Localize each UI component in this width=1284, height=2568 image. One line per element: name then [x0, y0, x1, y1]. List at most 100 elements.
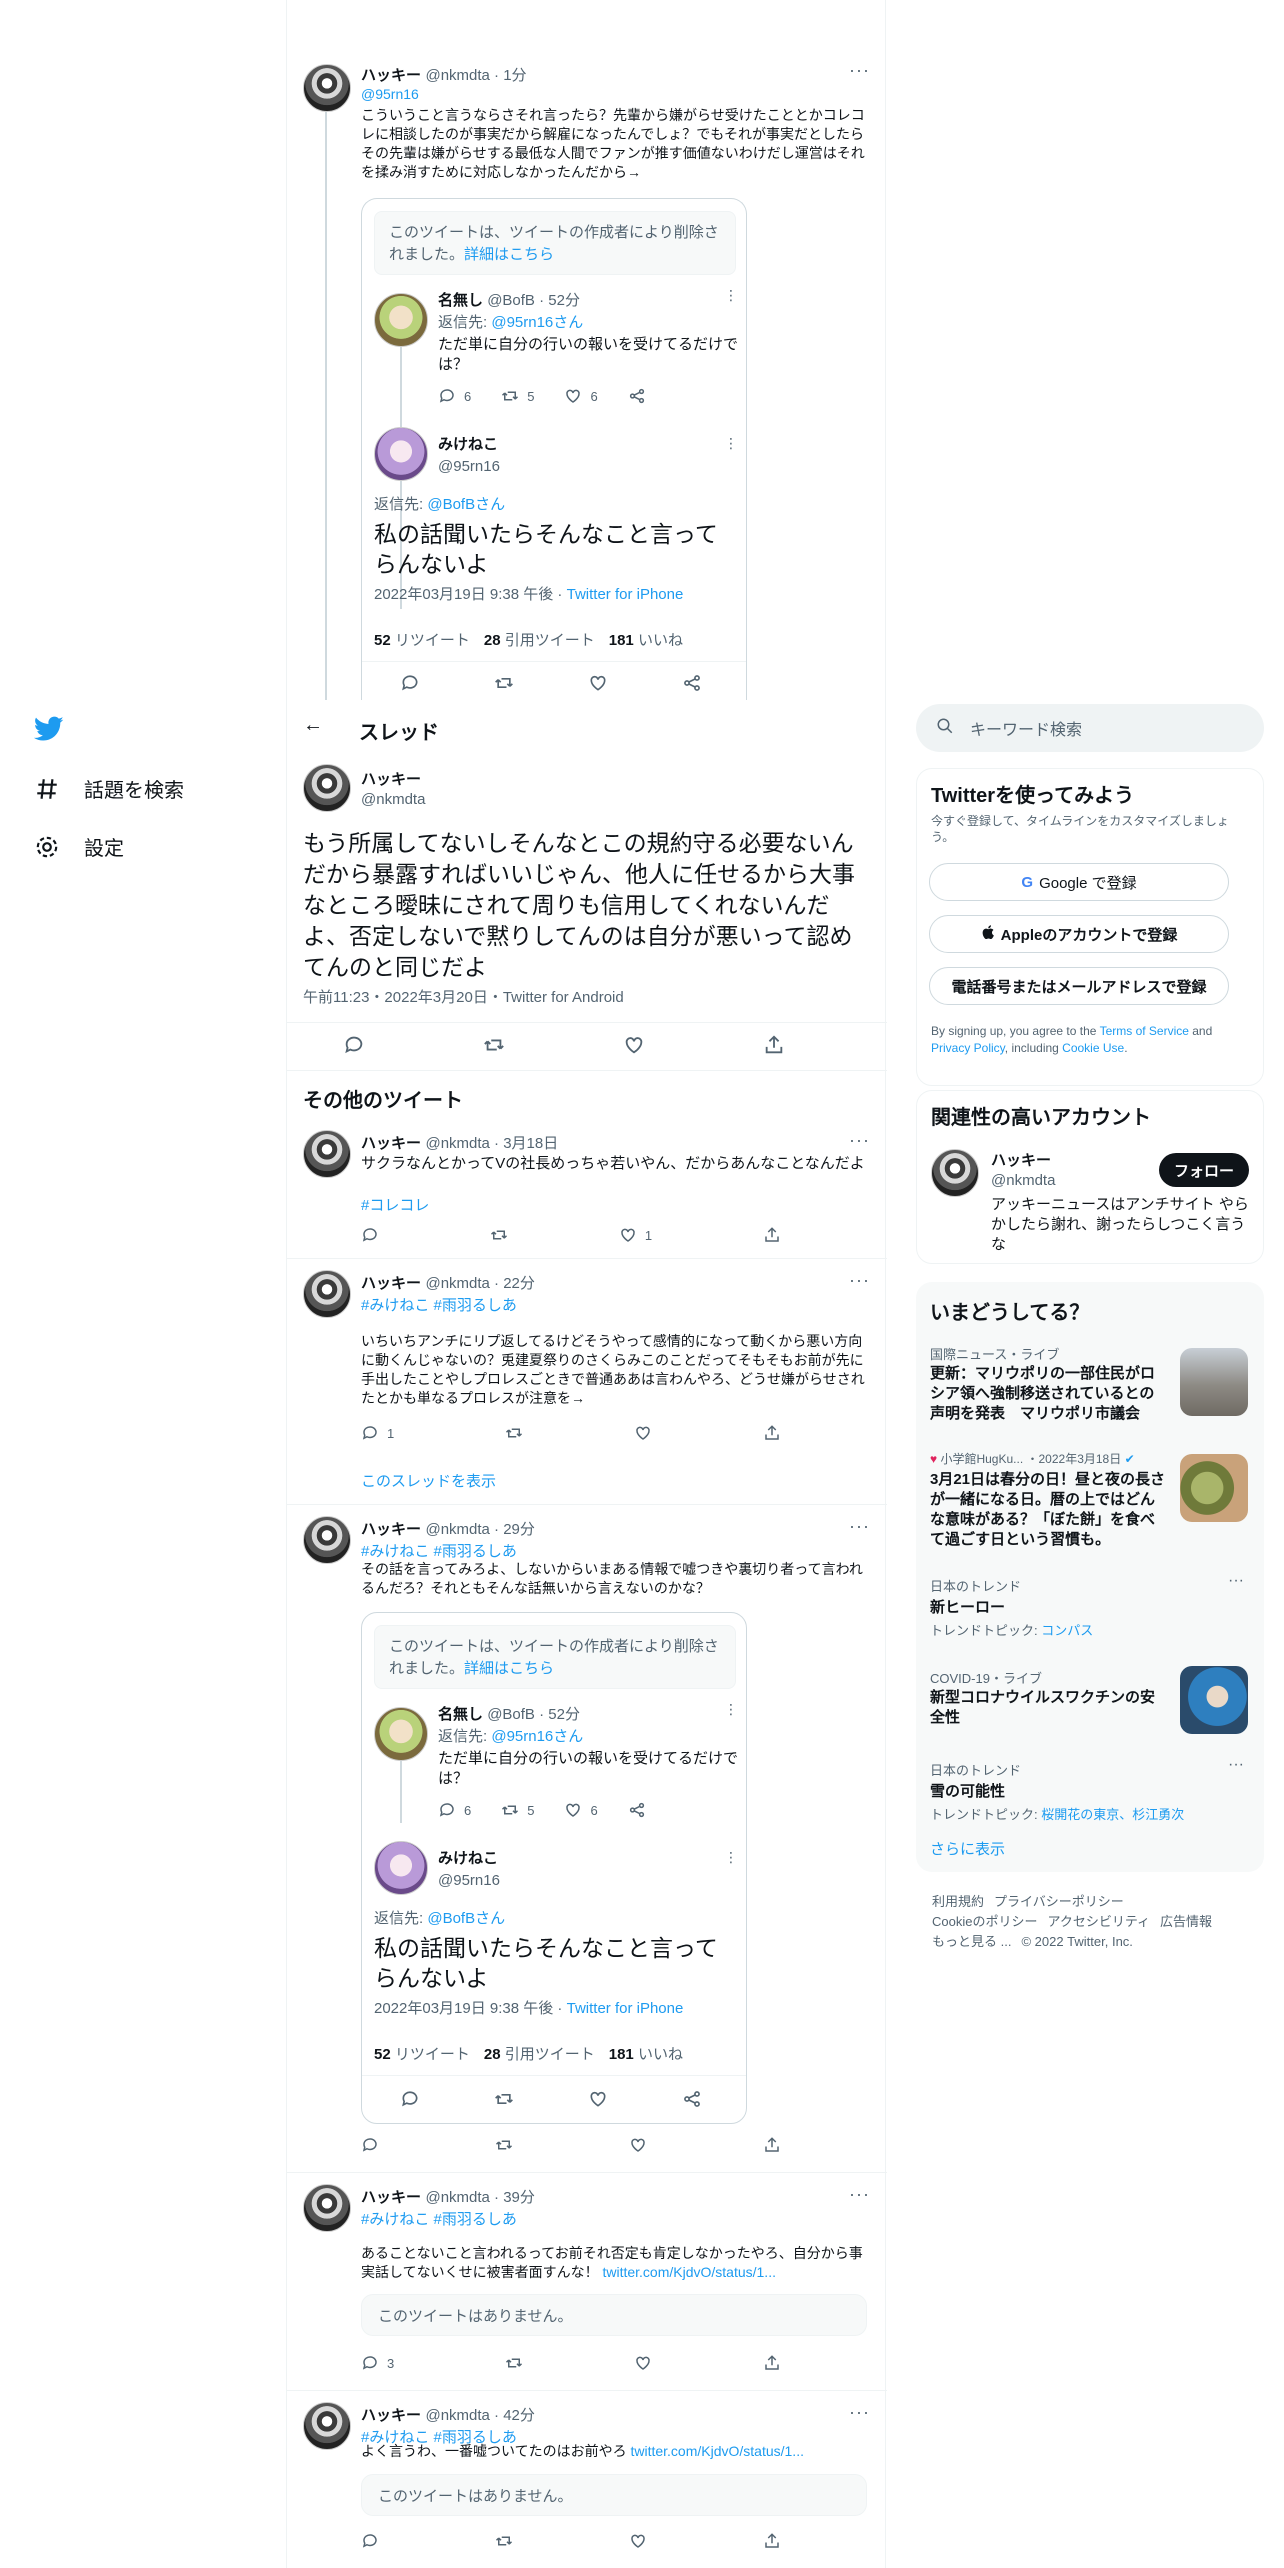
more-icon[interactable]: ⋮: [724, 1701, 738, 1718]
heart-icon[interactable]: [629, 2532, 647, 2550]
author-handle[interactable]: @nkmdta: [361, 791, 425, 808]
search-input[interactable]: キーワード検索: [916, 704, 1264, 752]
retweet-icon[interactable]: [494, 2089, 513, 2107]
reply-to-handle[interactable]: @BofBさん: [427, 1910, 505, 1927]
hashtag-link[interactable]: #コレコレ: [361, 1194, 429, 1215]
avatar[interactable]: [374, 427, 428, 481]
share-icon[interactable]: [682, 673, 700, 691]
learn-more-link[interactable]: 詳細はこちら: [464, 246, 554, 263]
follow-button[interactable]: フォロー: [1159, 1153, 1249, 1187]
retweet-stat[interactable]: 52 リツイート: [374, 629, 470, 650]
reply-button[interactable]: [361, 1226, 379, 1244]
privacy-link[interactable]: Privacy Policy: [931, 1041, 1005, 1055]
heart-icon[interactable]: [588, 673, 606, 691]
trend-item[interactable]: 日本のトレンド ··· 雪の可能性 トレンドトピック: 桜開花の東京、杉江勇次: [916, 1756, 1264, 1830]
author-handle[interactable]: @nkmdta · 3月18日: [425, 1135, 558, 1152]
trend-item[interactable]: COVID-19・ライブ 新型コロナウイルスワクチンの安全性: [916, 1666, 1264, 1748]
reply-button[interactable]: 6: [438, 1801, 471, 1819]
avatar[interactable]: [303, 2402, 351, 2450]
like-button[interactable]: 6: [564, 1801, 598, 1819]
avatar[interactable]: [303, 64, 351, 112]
share-button[interactable]: [763, 1226, 781, 1244]
share-button[interactable]: [763, 1424, 781, 1442]
trend-item[interactable]: 日本のトレンド ··· 新ヒーロー トレンドトピック: コンパス: [916, 1572, 1264, 1646]
footer-link[interactable]: アクセシビリティ: [1047, 1914, 1150, 1929]
comment-icon[interactable]: [361, 2532, 379, 2550]
nav-settings[interactable]: 設定: [34, 832, 124, 861]
reply-button[interactable]: 1: [361, 1424, 394, 1442]
share-icon[interactable]: [763, 2354, 781, 2372]
author-handle[interactable]: @95rn16: [438, 458, 500, 475]
avatar[interactable]: [303, 764, 351, 812]
author-handle[interactable]: @nkmdta · 39分: [425, 2189, 534, 2206]
more-icon[interactable]: ···: [1228, 1572, 1244, 1590]
like-stat[interactable]: 181 いいね: [609, 629, 683, 650]
reply-to-handle[interactable]: @95rn16さん: [491, 1728, 583, 1745]
nav-explore[interactable]: 話題を検索: [34, 774, 184, 803]
author-name[interactable]: ハッキー: [361, 2407, 421, 2424]
like-button[interactable]: 1: [619, 1226, 652, 1244]
share-icon[interactable]: [763, 2136, 781, 2154]
quote-stat[interactable]: 28 引用ツイート: [484, 629, 595, 650]
heart-icon[interactable]: [629, 2136, 647, 2154]
more-icon[interactable]: ···: [849, 1130, 870, 1151]
retweet-button[interactable]: [490, 1226, 508, 1244]
retweet-button[interactable]: [505, 1424, 523, 1442]
heart-icon[interactable]: [588, 2089, 606, 2107]
show-thread-link[interactable]: このスレッドを表示: [361, 1470, 496, 1491]
hashtags[interactable]: #みけねこ #雨羽るしあ: [361, 2208, 517, 2229]
hashtags[interactable]: #みけねこ #雨羽るしあ: [361, 1294, 517, 1315]
comment-icon[interactable]: [343, 1034, 365, 1056]
retweet-icon[interactable]: [494, 673, 513, 691]
cookie-link[interactable]: Cookie Use: [1062, 1041, 1124, 1055]
related-account-info[interactable]: ハッキー @nkmdta: [991, 1149, 1055, 1189]
comment-icon[interactable]: [400, 2089, 418, 2107]
retweet-icon[interactable]: [495, 2532, 513, 2550]
more-icon[interactable]: ⋮: [724, 287, 738, 304]
author-handle[interactable]: @nkmdta · 42分: [425, 2407, 534, 2424]
learn-more-link[interactable]: 詳細はこちら: [464, 1660, 554, 1677]
more-icon[interactable]: ···: [849, 1270, 870, 1291]
author-name[interactable]: 名無し: [438, 292, 483, 309]
avatar[interactable]: [303, 1516, 351, 1564]
reply-to-handle[interactable]: @95rn16さん: [491, 314, 583, 331]
reply-to[interactable]: @95rn16: [361, 86, 419, 102]
retweet-button[interactable]: 5: [501, 387, 534, 405]
client-link[interactable]: Twitter for iPhone: [567, 586, 684, 603]
avatar[interactable]: [303, 1270, 351, 1318]
twitter-logo[interactable]: [33, 716, 64, 747]
back-arrow-icon[interactable]: ←: [303, 714, 323, 737]
author-handle[interactable]: @nkmdta · 29分: [425, 1521, 534, 1538]
heart-icon[interactable]: [634, 2354, 652, 2372]
more-icon[interactable]: ⋮: [724, 1849, 738, 1866]
retweet-icon[interactable]: [483, 1034, 505, 1056]
reply-button[interactable]: 3: [361, 2354, 394, 2372]
footer-link[interactable]: 利用規約: [932, 1894, 984, 1909]
avatar[interactable]: [303, 2184, 351, 2232]
phone-email-signup-button[interactable]: 電話番号またはメールアドレスで登録: [929, 967, 1229, 1005]
comment-icon[interactable]: [361, 2136, 379, 2154]
like-button[interactable]: [634, 1424, 652, 1442]
author-handle[interactable]: @BofB · 52分: [487, 292, 580, 309]
avatar[interactable]: [303, 1130, 351, 1178]
author-handle[interactable]: @BofB · 52分: [487, 1706, 580, 1723]
footer-link[interactable]: Cookieのポリシー: [932, 1914, 1037, 1929]
more-icon[interactable]: ···: [849, 1516, 870, 1537]
quoted-conversation[interactable]: このツイートは、ツイートの作成者により削除されました。詳細はこちら 名無し @B…: [361, 198, 747, 700]
author-name[interactable]: みけねこ: [438, 433, 500, 454]
footer-link[interactable]: プライバシーポリシー: [994, 1894, 1124, 1909]
author-handle[interactable]: @nkmdta · 1分: [425, 67, 526, 84]
quoted-conversation[interactable]: このツイートは、ツイートの作成者により削除されました。詳細はこちら 名無し @B…: [361, 1612, 747, 2124]
author-name[interactable]: ハッキー: [361, 1135, 421, 1152]
retweet-icon[interactable]: [505, 2354, 523, 2372]
share-button[interactable]: [628, 1801, 646, 1819]
more-icon[interactable]: ···: [849, 2402, 870, 2423]
trend-item[interactable]: ♥ 小学館HugKu... ・2022年3月18日 ✔ 3月21日は春分の日！昼…: [916, 1450, 1264, 1560]
like-button[interactable]: 6: [564, 387, 598, 405]
more-icon[interactable]: ···: [1228, 1756, 1244, 1774]
retweet-stat[interactable]: 52 リツイート: [374, 2043, 470, 2064]
client-link[interactable]: Twitter for iPhone: [567, 2000, 684, 2017]
more-icon[interactable]: ···: [849, 2184, 870, 2205]
retweet-button[interactable]: 5: [501, 1801, 534, 1819]
author-name[interactable]: ハッキー: [361, 2189, 421, 2206]
